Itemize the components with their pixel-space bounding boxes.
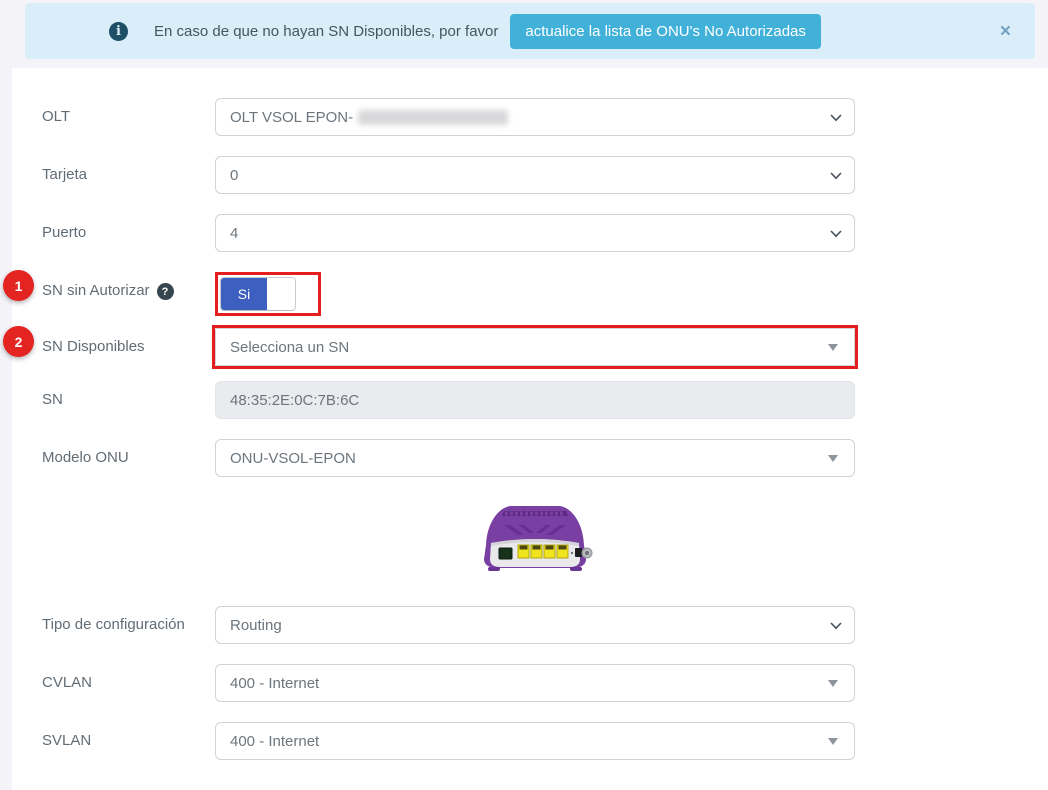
- caret-down-icon: [828, 455, 838, 462]
- form-row-sn-sin-autorizar: 1 SN sin Autorizar ? Si: [42, 272, 855, 316]
- step-badge-2: 2: [3, 326, 34, 357]
- form-row-sn: SN: [42, 381, 855, 419]
- svlan-label: SVLAN: [42, 722, 215, 760]
- close-icon[interactable]: ×: [994, 18, 1017, 45]
- update-onu-list-button[interactable]: actualice la lista de ONU's No Autorizad…: [510, 14, 821, 49]
- chevron-down-icon: [830, 114, 842, 122]
- form-row-tipo-configuracion: Tipo de configuración Routing: [42, 606, 855, 644]
- toggle-handle[interactable]: [267, 278, 295, 310]
- modelo-onu-label: Modelo ONU: [42, 439, 215, 477]
- form-row-tarjeta: Tarjeta 0: [42, 156, 855, 194]
- form-row-puerto: Puerto 4: [42, 214, 855, 252]
- redacted-text: [358, 110, 508, 125]
- sn-input: [215, 381, 855, 419]
- banner-text: En caso de que no hayan SN Disponibles, …: [154, 23, 498, 40]
- form-row-olt: OLT OLT VSOL EPON-: [42, 98, 855, 136]
- olt-label: OLT: [42, 98, 215, 136]
- info-icon: i: [109, 22, 128, 41]
- tipo-configuracion-label: Tipo de configuración: [42, 606, 215, 644]
- puerto-select[interactable]: 4: [215, 214, 855, 252]
- tarjeta-select[interactable]: 0: [215, 156, 855, 194]
- olt-select[interactable]: OLT VSOL EPON-: [215, 98, 855, 136]
- toggle-on-label: Si: [221, 278, 267, 310]
- sn-disponibles-placeholder: Selecciona un SN: [230, 339, 349, 356]
- cvlan-label: CVLAN: [42, 664, 215, 702]
- sn-sin-autorizar-label: SN sin Autorizar: [42, 282, 150, 299]
- tipo-configuracion-value: Routing: [230, 617, 282, 634]
- tarjeta-label: Tarjeta: [42, 156, 215, 194]
- step-badge-1: 1: [3, 270, 34, 301]
- tipo-configuracion-select[interactable]: Routing: [215, 606, 855, 644]
- form-row-cvlan: CVLAN 400 - Internet: [42, 664, 855, 702]
- tarjeta-value: 0: [230, 167, 238, 184]
- caret-down-icon: [828, 738, 838, 745]
- page: i En caso de que no hayan SN Disponibles…: [0, 3, 1048, 790]
- cvlan-select[interactable]: 400 - Internet: [215, 664, 855, 702]
- svlan-select[interactable]: 400 - Internet: [215, 722, 855, 760]
- chevron-down-icon: [830, 622, 842, 630]
- form-row-sn-disponibles: 2 SN Disponibles Selecciona un SN: [42, 328, 855, 366]
- sn-label: SN: [42, 381, 215, 419]
- question-circle-icon[interactable]: ?: [157, 283, 174, 300]
- modelo-onu-select[interactable]: ONU-VSOL-EPON: [215, 439, 855, 477]
- form-row-modelo-onu: Modelo ONU ONU-VSOL-EPON: [42, 439, 855, 477]
- caret-down-icon: [828, 344, 838, 351]
- puerto-value: 4: [230, 225, 238, 242]
- info-banner: i En caso de que no hayan SN Disponibles…: [25, 3, 1035, 59]
- sn-disponibles-select[interactable]: Selecciona un SN: [215, 328, 855, 366]
- cvlan-value: 400 - Internet: [230, 675, 319, 692]
- form-card: OLT OLT VSOL EPON- Tarjeta 0 Puerto: [12, 68, 1048, 790]
- caret-down-icon: [828, 680, 838, 687]
- sn-sin-autorizar-toggle[interactable]: Si: [220, 277, 296, 311]
- annotation-box-sn-disponibles: Selecciona un SN: [212, 325, 858, 369]
- chevron-down-icon: [830, 172, 842, 180]
- svlan-value: 400 - Internet: [230, 733, 319, 750]
- onu-device-image: [474, 497, 596, 579]
- form-row-device-image: [42, 497, 855, 579]
- annotation-box-toggle: Si: [215, 272, 321, 316]
- olt-value: OLT VSOL EPON-: [230, 109, 353, 126]
- sn-disponibles-label: SN Disponibles: [42, 328, 215, 366]
- chevron-down-icon: [830, 230, 842, 238]
- puerto-label: Puerto: [42, 214, 215, 252]
- form-row-svlan: SVLAN 400 - Internet: [42, 722, 855, 760]
- modelo-onu-value: ONU-VSOL-EPON: [230, 450, 356, 467]
